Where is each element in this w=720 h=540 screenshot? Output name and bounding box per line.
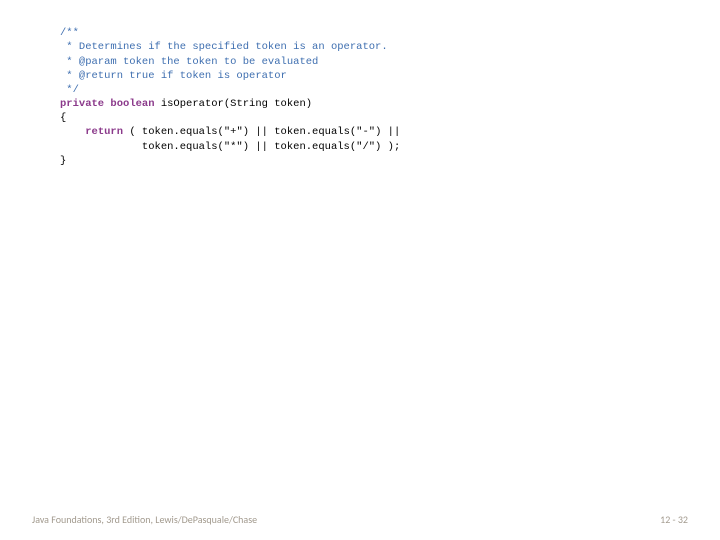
brace-close: } bbox=[60, 155, 66, 167]
page-number: 12 - 32 bbox=[660, 513, 688, 526]
return-expr-2: token.equals("*") || token.equals("/") )… bbox=[60, 141, 400, 153]
return-expr-1: ( token.equals("+") || token.equals("-")… bbox=[123, 126, 400, 138]
brace-open: { bbox=[60, 112, 66, 124]
javadoc-line: * @return true if token is operator bbox=[60, 70, 287, 82]
method-signature: private boolean isOperator(String token) bbox=[60, 98, 312, 110]
keyword-return: return bbox=[85, 126, 123, 138]
footer-citation: Java Foundations, 3rd Edition, Lewis/DeP… bbox=[32, 513, 257, 526]
javadoc-line: /** bbox=[60, 27, 79, 39]
keyword-private: private bbox=[60, 98, 104, 110]
javadoc-line: * Determines if the specified token is a… bbox=[60, 41, 388, 53]
keyword-boolean: boolean bbox=[110, 98, 154, 110]
method-name: isOperator(String token) bbox=[155, 98, 313, 110]
return-line: return ( token.equals("+") || token.equa… bbox=[60, 126, 400, 138]
javadoc-line: */ bbox=[60, 84, 79, 96]
code-block: /** * Determines if the specified token … bbox=[60, 12, 660, 168]
javadoc-line: * @param token the token to be evaluated bbox=[60, 56, 318, 68]
